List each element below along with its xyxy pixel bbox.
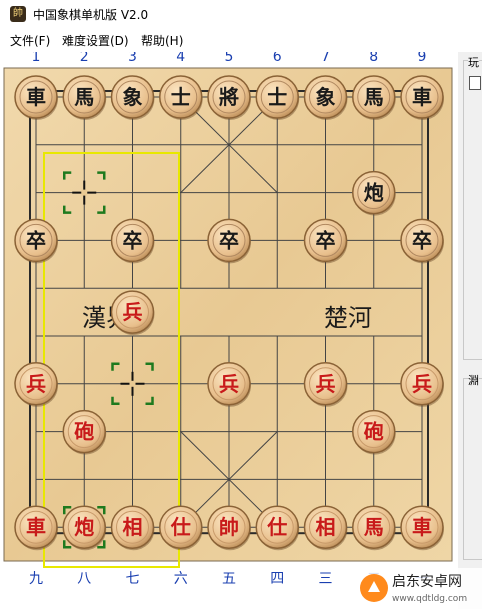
window-title: 中国象棋单机版 V2.0	[33, 8, 149, 22]
watermark-logo: 启东安卓网 www.qdtldg.com	[354, 568, 482, 609]
top-number-9: 9	[418, 52, 427, 65]
watermark-text: 启东安卓网	[392, 574, 462, 590]
menu-bar: 文件(F) 难度设置(D) 帮助(H)	[0, 30, 482, 50]
bottom-number-6: 四	[270, 571, 284, 587]
chess-board[interactable]: 123456789 九八七六五四三二一 漢界 楚河 車馬象士將士象馬車炮卒卒卒卒…	[0, 52, 458, 609]
player-list[interactable]	[469, 76, 481, 90]
chess-app-icon: 帥	[10, 6, 26, 22]
piece-label: 卒	[123, 228, 143, 252]
menu-help[interactable]: 帮助(H)	[141, 32, 183, 49]
piece-label: 車	[26, 85, 46, 109]
piece-label: 炮	[74, 515, 94, 539]
piece-label: 卒	[316, 228, 336, 252]
player-group-label: 玩	[468, 54, 479, 70]
menu-difficulty[interactable]: 难度设置(D)	[62, 32, 129, 49]
top-number-8: 8	[369, 52, 378, 65]
piece-label: 兵	[26, 372, 46, 396]
info-group-label: 淵	[468, 372, 479, 388]
piece-label: 兵	[123, 300, 143, 324]
piece-label: 卒	[26, 228, 46, 252]
top-number-5: 5	[225, 52, 234, 65]
piece-label: 象	[123, 85, 143, 109]
top-number-3: 3	[128, 52, 137, 65]
piece-label: 卒	[219, 228, 239, 252]
piece-label: 兵	[316, 372, 336, 396]
player-group	[463, 60, 482, 360]
piece-label: 車	[412, 515, 432, 539]
piece-label: 帥	[219, 515, 239, 539]
top-number-4: 4	[176, 52, 185, 65]
piece-label: 卒	[412, 228, 432, 252]
piece-label: 仕	[170, 515, 191, 539]
piece-label: 車	[412, 85, 432, 109]
piece-label: 炮	[364, 181, 384, 205]
top-number-2: 2	[80, 52, 89, 65]
top-number-7: 7	[321, 52, 330, 65]
piece-label: 相	[316, 515, 336, 539]
bottom-number-5: 五	[222, 571, 236, 587]
piece-label: 士	[171, 85, 191, 109]
piece-label: 仕	[266, 515, 287, 539]
piece-label: 馬	[364, 515, 384, 539]
piece-label: 砲	[74, 420, 94, 444]
piece-label: 馬	[364, 85, 384, 109]
bottom-number-3: 七	[126, 571, 140, 587]
piece-label: 象	[316, 85, 336, 109]
river-right-text: 楚河	[324, 304, 372, 332]
menu-file[interactable]: 文件(F)	[10, 32, 50, 49]
watermark-url: www.qdtldg.com	[392, 594, 467, 604]
piece-label: 兵	[412, 372, 432, 396]
piece-label: 兵	[219, 372, 239, 396]
bottom-number-4: 六	[174, 571, 188, 587]
bottom-number-1: 九	[29, 571, 43, 587]
piece-label: 相	[123, 515, 143, 539]
piece-label: 馬	[74, 85, 94, 109]
piece-label: 車	[26, 515, 46, 539]
bottom-number-2: 八	[77, 571, 91, 587]
piece-label: 砲	[364, 420, 384, 444]
info-group	[463, 378, 482, 560]
title-bar: 帥 中国象棋单机版 V2.0	[0, 0, 482, 30]
piece-label: 士	[267, 85, 287, 109]
side-panel: 玩 淵	[458, 52, 482, 609]
bottom-number-7: 三	[319, 571, 333, 587]
top-number-1: 1	[32, 52, 41, 65]
top-number-6: 6	[273, 52, 282, 65]
piece-label: 將	[219, 85, 239, 109]
